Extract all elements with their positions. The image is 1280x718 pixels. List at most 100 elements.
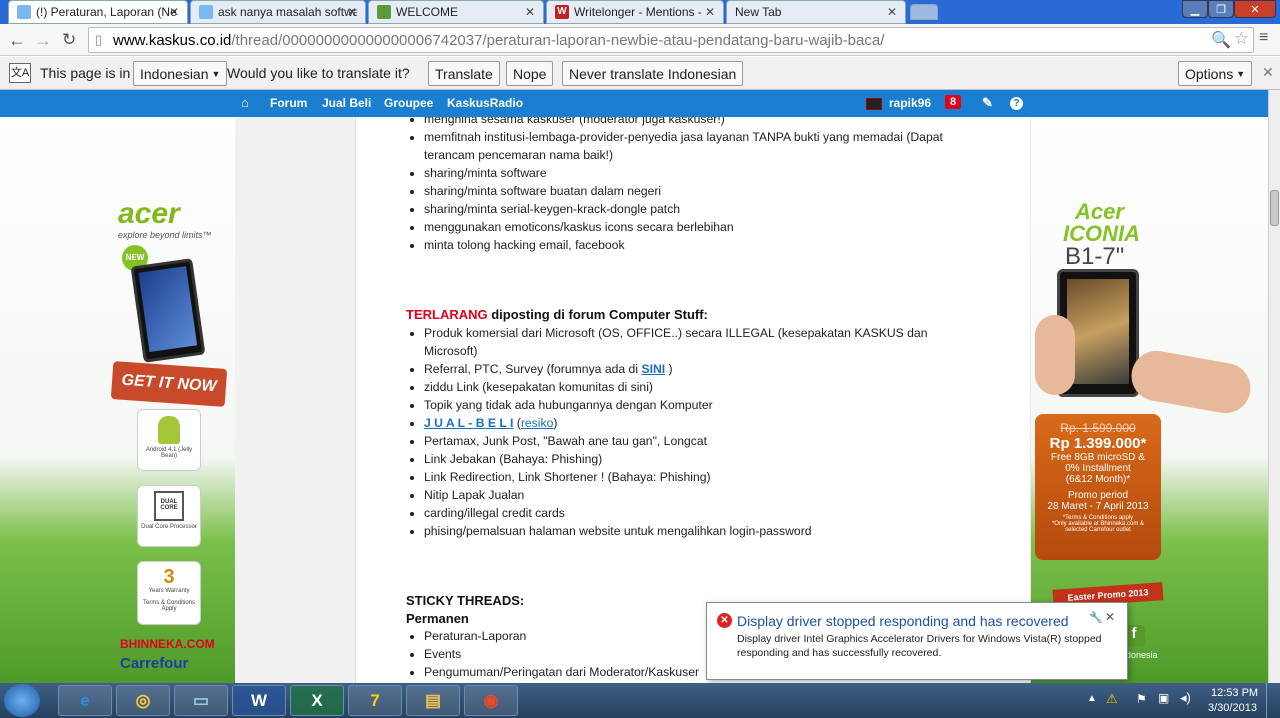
- display-icon[interactable]: ▣: [1158, 691, 1169, 705]
- page-body: acer explore beyond limits™ NEW GET IT N…: [0, 117, 1268, 683]
- close-icon[interactable]: ✕: [1105, 610, 1115, 624]
- bhinneka-logo: BHINNEKA.COM: [120, 637, 215, 651]
- warranty-years: 3: [163, 566, 175, 588]
- new-tab-button[interactable]: [910, 4, 938, 20]
- nav-groupee[interactable]: Groupee: [384, 96, 433, 110]
- ie-icon[interactable]: e: [58, 685, 112, 716]
- post-body: menghina sesama kaskuser (moderator juga…: [355, 117, 1030, 683]
- thread-content: menghina sesama kaskuser (moderator juga…: [235, 117, 1030, 683]
- list-item-text: terancam pencemaran nama baik!): [424, 148, 614, 162]
- username[interactable]: rapik96: [889, 96, 931, 110]
- terms-label: Terms & Conditions Apply: [142, 600, 196, 612]
- flag-icon[interactable]: ⚑: [1136, 692, 1147, 706]
- list-item: phising/pemalsuan halaman website untuk …: [424, 522, 966, 540]
- maximize-button[interactable]: ❐: [1208, 0, 1234, 18]
- tab-welcome[interactable]: WELCOME ✕: [368, 0, 544, 24]
- translate-icon[interactable]: 🔍: [1211, 30, 1231, 50]
- close-icon[interactable]: ✕: [887, 5, 897, 19]
- close-icon[interactable]: ✕: [705, 5, 715, 19]
- acer-tagline: explore beyond limits™: [118, 230, 212, 240]
- list-item: Link Jebakan (Bahaya: Phishing): [424, 450, 966, 468]
- translate-button[interactable]: Translate: [428, 61, 500, 86]
- tab-new-tab[interactable]: New Tab ✕: [726, 0, 906, 24]
- notification-badge[interactable]: 8: [945, 95, 962, 109]
- list-item: sharing/minta software: [424, 164, 966, 182]
- list-item: Topik yang tidak ada hubungannya dengan …: [424, 396, 966, 414]
- window-icon[interactable]: ▭: [174, 685, 228, 716]
- avatar[interactable]: [866, 98, 882, 110]
- close-icon[interactable]: ✕: [169, 5, 179, 19]
- address-bar[interactable]: ▯ www.kaskus.co.id/thread/00000000000000…: [88, 27, 1254, 53]
- pencil-icon[interactable]: ✎: [982, 95, 993, 111]
- 7zip-icon[interactable]: 7: [348, 685, 402, 716]
- kaskus-favicon-icon: [17, 5, 31, 19]
- list-item: sharing/minta serial-keygen-krack-dongle…: [424, 200, 966, 218]
- dualcore-label: Dual Core Processor: [141, 524, 197, 530]
- writelonger-favicon-icon: W: [555, 5, 569, 19]
- clock-time[interactable]: 12:53 PM: [1211, 687, 1258, 699]
- bookmark-star-icon[interactable]: ☆: [1234, 29, 1249, 49]
- excel-icon[interactable]: X: [290, 685, 344, 716]
- warranty-badge: 3 Years Warranty Terms & Conditions Appl…: [137, 561, 201, 625]
- language-select[interactable]: Indonesian ▼: [133, 61, 228, 86]
- options-button[interactable]: Options ▼: [1178, 61, 1253, 86]
- permanen-heading: Permanen: [406, 611, 469, 626]
- tab-ask-software[interactable]: ask nanya masalah softwa ✕: [190, 0, 366, 24]
- start-button[interactable]: [4, 684, 40, 717]
- back-arrow-icon[interactable]: ←: [8, 30, 26, 51]
- menu-icon[interactable]: ≡: [1259, 29, 1268, 47]
- volume-icon[interactable]: ◂): [1180, 690, 1191, 706]
- sticky-threads-heading: STICKY THREADS:: [406, 593, 525, 608]
- ad-footer-text: donesia: [1126, 650, 1158, 660]
- clock-date[interactable]: 3/30/2013: [1208, 702, 1257, 714]
- chrome-icon[interactable]: ◉: [464, 685, 518, 716]
- wrench-icon[interactable]: 🔧: [1089, 611, 1103, 624]
- nav-kaskusradio[interactable]: KaskusRadio: [447, 96, 523, 110]
- hand-image: [1127, 346, 1255, 418]
- terms-line: selected Carrefour outlet: [1065, 527, 1131, 533]
- page-scrollbar[interactable]: [1268, 90, 1280, 683]
- word-icon[interactable]: W: [232, 685, 286, 716]
- forbidden-heading-text: diposting di forum Computer Stuff:: [491, 307, 708, 322]
- reload-icon[interactable]: ↻: [62, 30, 76, 50]
- get-it-now-button[interactable]: GET IT NOW: [110, 361, 228, 407]
- never-translate-button[interactable]: Never translate Indonesian: [562, 61, 744, 86]
- nav-forum[interactable]: Forum: [270, 96, 307, 110]
- jual-beli-link[interactable]: J U A L - B E L I: [424, 416, 513, 430]
- minimize-button[interactable]: ▁: [1182, 0, 1208, 18]
- list-item: J U A L - B E L I (resiko): [424, 414, 966, 432]
- nav-jual-beli[interactable]: Jual Beli: [322, 96, 371, 110]
- driver-notification-balloon[interactable]: ✕ Display driver stopped responding and …: [706, 602, 1128, 680]
- tray-expand-icon[interactable]: ▲: [1087, 693, 1097, 704]
- close-icon[interactable]: ✕: [1262, 64, 1274, 81]
- translate-lead-text: This page is in: [40, 65, 131, 81]
- tab-kaskus[interactable]: (!) Peraturan, Laporan (Ne ✕: [8, 0, 188, 24]
- home-icon[interactable]: ⌂: [241, 95, 249, 110]
- resiko-link[interactable]: resiko: [521, 416, 554, 430]
- page-icon: ▯: [95, 32, 103, 47]
- help-icon[interactable]: ?: [1010, 97, 1023, 110]
- close-window-button[interactable]: ✕: [1234, 0, 1276, 18]
- show-desktop-button[interactable]: [1266, 683, 1280, 718]
- network-icon[interactable]: ◎: [116, 685, 170, 716]
- folder-icon[interactable]: ▤: [406, 685, 460, 716]
- nope-button[interactable]: Nope: [506, 61, 554, 86]
- list-item: minta tolong hacking email, facebook: [424, 236, 966, 254]
- close-icon[interactable]: ✕: [525, 5, 535, 19]
- warning-icon[interactable]: ⚠: [1106, 691, 1118, 707]
- left-ad-banner[interactable]: acer explore beyond limits™ NEW GET IT N…: [0, 117, 235, 683]
- scrollbar-thumb[interactable]: [1270, 190, 1279, 226]
- list-item: sharing/minta software buatan dalam nege…: [424, 182, 966, 200]
- tab-title: ask nanya masalah softwa: [218, 5, 357, 19]
- promo-line: Free 8GB microSD &: [1051, 452, 1145, 463]
- forward-arrow-icon[interactable]: →: [34, 30, 52, 51]
- error-icon: ✕: [717, 613, 732, 628]
- sini-link[interactable]: SINI: [641, 362, 665, 376]
- url-host: www.kaskus.co.id: [113, 31, 232, 49]
- close-icon[interactable]: ✕: [347, 5, 357, 19]
- tab-title: Writelonger - Mentions -: [574, 5, 702, 19]
- dualcore-feature-badge: DUAL CORE Dual Core Processor: [137, 485, 201, 547]
- tab-writelonger[interactable]: W Writelonger - Mentions - ✕: [546, 0, 724, 24]
- promo-line: 0% Installment: [1065, 463, 1131, 474]
- right-ad-banner[interactable]: Acer ICONIA B1-7" Rp. 1.599.000 Rp 1.399…: [1031, 117, 1268, 683]
